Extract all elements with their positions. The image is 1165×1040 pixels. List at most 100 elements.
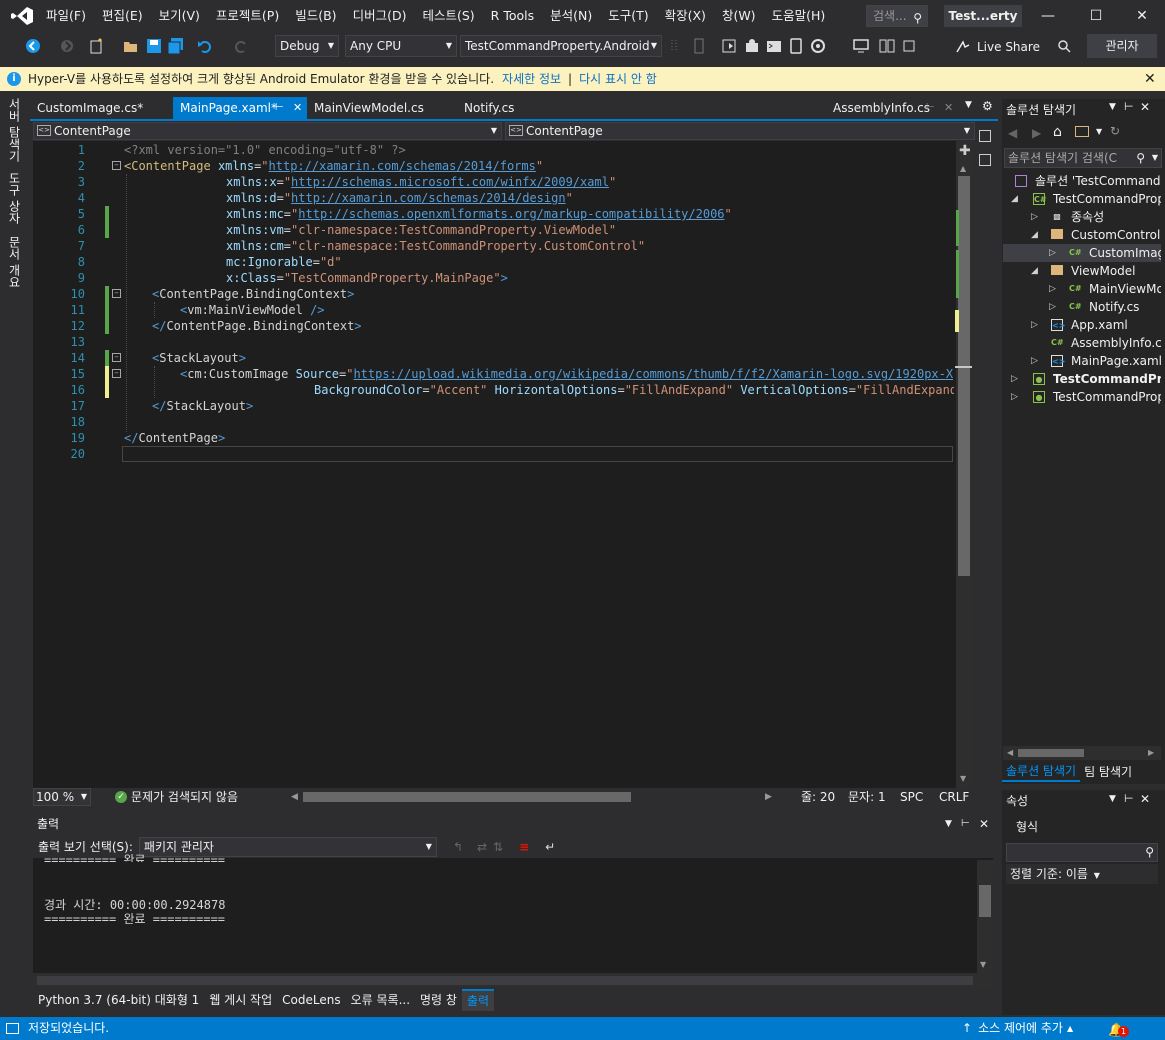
add-to-source-control-button[interactable]: ↑ 소스 제어에 추가 ▲ — [962, 1017, 1073, 1040]
tree-item-ios-project[interactable]: TestCommandPrope — [1053, 388, 1161, 406]
collapse-toggle[interactable]: – — [112, 289, 121, 298]
sort-by-name-button[interactable]: 정렬 기준: 이름 ▼ — [1006, 864, 1158, 884]
attribute-url[interactable]: http://schemas.microsoft.com/winfx/2009/… — [291, 175, 609, 189]
tab-output[interactable]: 출력 — [461, 989, 495, 1011]
close-icon[interactable]: ✕ — [1140, 792, 1150, 806]
properties-search-input[interactable]: ⚲ — [1006, 843, 1158, 862]
scroll-right-icon[interactable]: ▶ — [1148, 746, 1154, 760]
menu-help[interactable]: 도움말(H) — [764, 0, 834, 32]
document-outline-tab[interactable]: 문서 개요 — [6, 236, 23, 288]
tab-team-explorer[interactable]: 팀 탐색기 — [1080, 763, 1136, 781]
solution-config-select[interactable]: Debug ▼ — [275, 35, 339, 57]
tab-codelens[interactable]: CodeLens — [277, 990, 345, 1010]
menu-edit[interactable]: 편집(E) — [94, 0, 151, 32]
admin-account-button[interactable]: 관리자 — [1087, 34, 1157, 58]
go-to-previous-icon[interactable]: ↰ — [453, 836, 463, 858]
collapse-toggle[interactable]: – — [112, 161, 121, 170]
tree-item-dependencies[interactable]: 종속성 — [1071, 208, 1104, 226]
tab-customimage-cs[interactable]: CustomImage.cs* — [30, 97, 173, 119]
scroll-left-icon[interactable]: ◀ — [1007, 746, 1013, 760]
output-hscroll-thumb[interactable] — [37, 976, 973, 985]
redo-icon[interactable] — [232, 37, 250, 55]
scroll-up-icon[interactable]: ▲ — [960, 164, 966, 173]
tab-assemblyinfo-cs[interactable]: AssemblyInfo.cs ⊢ ✕ — [826, 97, 966, 119]
tab-web-publish[interactable]: 웹 게시 작업 — [204, 990, 277, 1010]
sync-icon[interactable]: ↻ — [1110, 124, 1120, 138]
open-file-icon[interactable] — [122, 37, 140, 55]
close-tab-icon[interactable]: ✕ — [944, 97, 953, 119]
device-monitor-icon[interactable] — [852, 37, 870, 55]
word-wrap-icon[interactable]: ↵ — [545, 836, 555, 858]
collapsed-arrow-icon[interactable]: ▷ — [1031, 208, 1038, 226]
solution-search-input[interactable]: 솔루션 탐색기 검색(C ⚲ ▼ — [1004, 148, 1162, 168]
collapsed-arrow-icon[interactable]: ▷ — [1049, 244, 1056, 262]
solution-hscroll-thumb[interactable] — [1018, 749, 1084, 757]
attribute-url[interactable]: http://schemas.openxmlformats.org/markup… — [298, 207, 724, 221]
tab-error-list[interactable]: 오류 목록... — [346, 990, 415, 1010]
clear-all-icon[interactable]: ≡ — [519, 836, 529, 858]
expanded-arrow-icon[interactable]: ◢ — [1011, 190, 1018, 208]
tab-mainviewmodel-cs[interactable]: MainViewModel.cs — [307, 97, 457, 119]
expanded-arrow-icon[interactable]: ◢ — [1031, 262, 1038, 280]
device-icon[interactable] — [690, 37, 708, 55]
minimize-button[interactable]: — — [1025, 0, 1071, 32]
collapsed-arrow-icon[interactable]: ▷ — [1031, 316, 1038, 334]
chevron-down-icon[interactable]: ▼ — [1096, 127, 1102, 136]
tree-item-android-project[interactable]: TestCommandProp — [1053, 370, 1161, 388]
attach-icon[interactable] — [900, 37, 918, 55]
expanded-arrow-icon[interactable]: ◢ — [1031, 226, 1038, 244]
emulator-manager-icon[interactable] — [787, 37, 805, 55]
scroll-left-icon[interactable]: ◀ — [291, 788, 298, 806]
collapsed-arrow-icon[interactable]: ▷ — [1031, 352, 1038, 370]
forward-icon[interactable]: ▶ — [1032, 126, 1041, 140]
back-icon[interactable]: ◀ — [1008, 126, 1017, 140]
issues-indicator[interactable]: ✓ 문제가 검색되지 않음 — [115, 788, 238, 806]
collapsed-arrow-icon[interactable]: ▷ — [1011, 388, 1018, 406]
tab-python-interactive[interactable]: Python 3.7 (64-bit) 대화형 1 — [33, 990, 204, 1010]
horizontal-scrollbar-thumb[interactable] — [303, 792, 631, 802]
menu-r-tools[interactable]: R Tools — [483, 0, 542, 32]
gear-icon[interactable]: ⚙ — [982, 99, 993, 113]
learn-more-link[interactable]: 자세한 정보 — [502, 67, 561, 91]
tab-notify-cs[interactable]: Notify.cs — [457, 97, 577, 119]
tree-item-mainviewmodel[interactable]: MainViewMo — [1089, 280, 1161, 298]
collapsed-arrow-icon[interactable]: ▷ — [1049, 280, 1056, 298]
switch-views-icon[interactable] — [1075, 126, 1089, 137]
layout-icon[interactable] — [878, 37, 896, 55]
menu-analyze[interactable]: 분석(N) — [542, 0, 600, 32]
scroll-down-icon[interactable]: ▼ — [980, 960, 986, 969]
tree-item-customcontrol-folder[interactable]: CustomControl — [1071, 226, 1160, 244]
menu-view[interactable]: 보기(V) — [151, 0, 208, 32]
close-icon[interactable]: ✕ — [1140, 100, 1150, 114]
zoom-select[interactable]: 100 % ▼ — [33, 788, 91, 806]
menu-project[interactable]: 프로젝트(P) — [208, 0, 287, 32]
panel-menu-icon[interactable]: ▼ — [945, 813, 952, 835]
quick-search-input[interactable]: 검색... ⚲ — [866, 5, 928, 27]
tree-item-customimage[interactable]: CustomImag — [1089, 244, 1161, 262]
menu-window[interactable]: 창(W) — [714, 0, 764, 32]
settings-gear-icon[interactable] — [809, 37, 827, 55]
menu-test[interactable]: 테스트(S) — [414, 0, 482, 32]
panel-menu-icon[interactable]: ▼ — [1109, 794, 1116, 804]
live-share-button[interactable]: Live Share — [955, 38, 1040, 56]
console-icon[interactable] — [765, 37, 783, 55]
dont-show-again-link[interactable]: 다시 표시 안 함 — [579, 67, 657, 91]
tree-item-viewmodel-folder[interactable]: ViewModel — [1071, 262, 1136, 280]
new-project-icon[interactable] — [88, 37, 106, 55]
menu-debug[interactable]: 디버그(D) — [345, 0, 415, 32]
save-icon[interactable] — [145, 37, 163, 55]
tree-item-solution[interactable]: 솔루션 'TestCommandP — [1035, 172, 1161, 190]
attribute-url[interactable]: https://upload.wikimedia.org/wikipedia/c… — [353, 367, 953, 381]
android-sdk-icon[interactable] — [743, 37, 761, 55]
tree-item-project[interactable]: TestCommandPrope — [1053, 190, 1161, 208]
device-log-icon[interactable] — [720, 37, 738, 55]
scroll-down-icon[interactable]: ▼ — [960, 774, 966, 783]
navigate-forward-icon[interactable] — [58, 37, 76, 55]
tree-item-mainpage-xaml[interactable]: MainPage.xaml — [1071, 352, 1161, 370]
tab-solution-explorer[interactable]: 솔루션 탐색기 — [1002, 762, 1081, 782]
navigation-member-select[interactable]: <> ContentPage ▼ — [505, 122, 975, 140]
go-to-next-icon[interactable]: ⇄ — [477, 836, 487, 858]
panel-splitter[interactable] — [33, 808, 999, 812]
maximize-button[interactable]: ☐ — [1073, 0, 1119, 32]
menu-build[interactable]: 빌드(B) — [287, 0, 344, 32]
